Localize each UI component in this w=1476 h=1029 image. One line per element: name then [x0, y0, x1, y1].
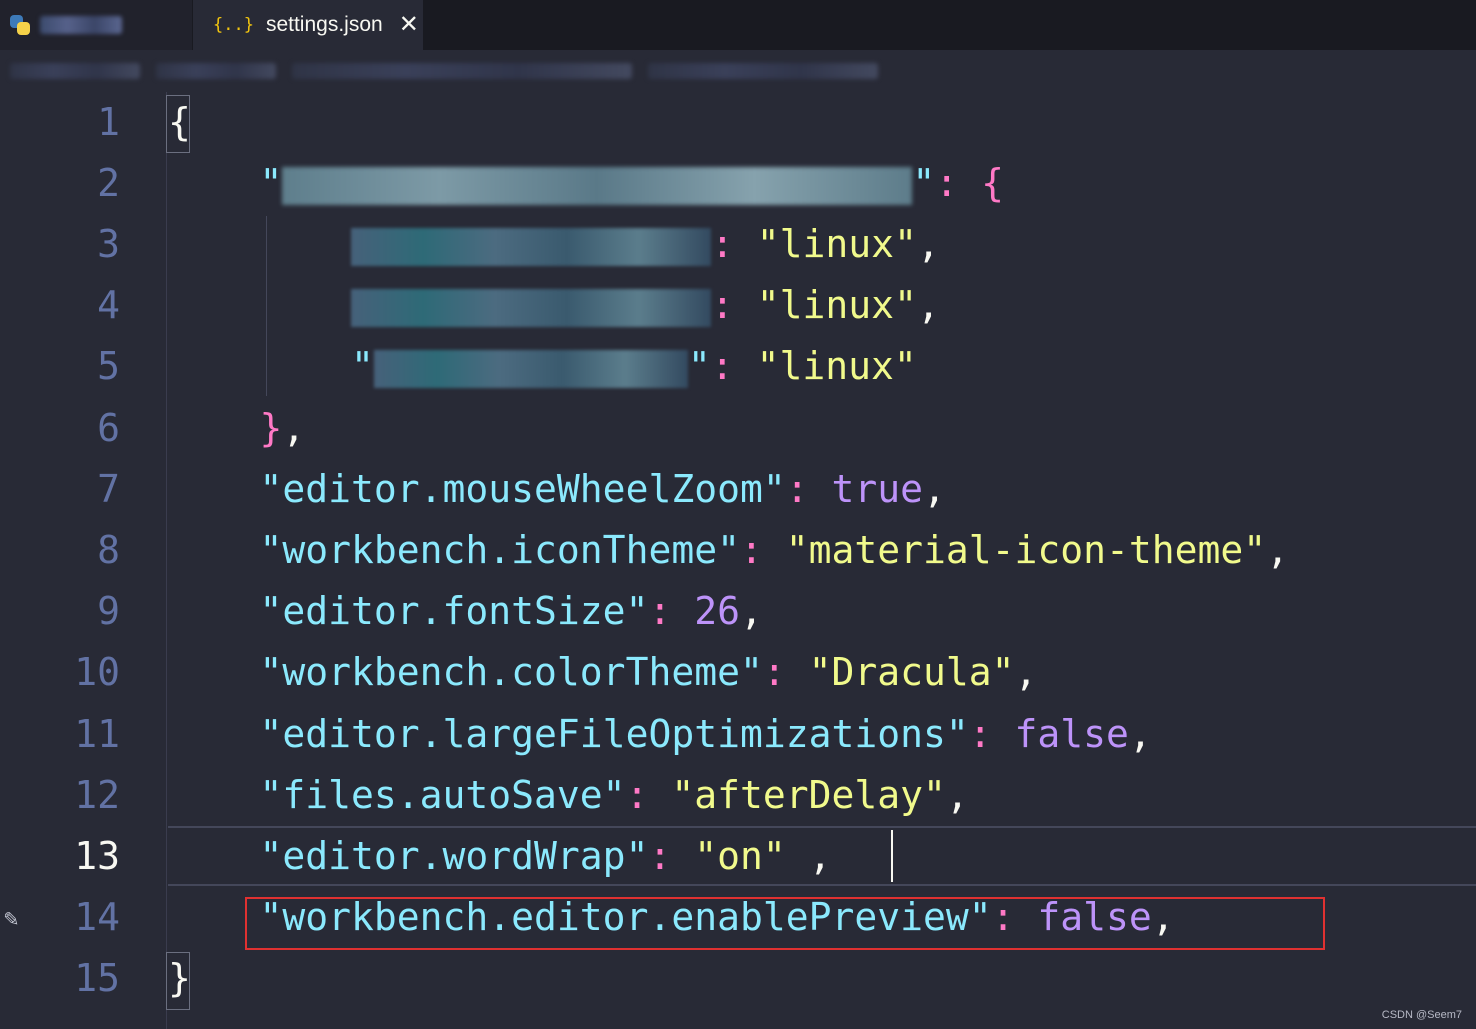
setting-key: "editor.mouseWheelZoom": [259, 467, 786, 511]
code-line-13[interactable]: "editor.wordWrap": "on" ,: [168, 826, 832, 887]
quote: ": [351, 344, 374, 388]
string-value: "linux": [756, 283, 917, 327]
line-number: 3: [97, 222, 120, 266]
boolean-value: true: [831, 467, 923, 511]
code-line-15[interactable]: }: [168, 948, 191, 1009]
code-line-10[interactable]: "workbench.colorTheme": "Dracula",: [168, 642, 1038, 703]
line-number: 8: [97, 528, 120, 572]
code-line-4[interactable]: : "linux",: [168, 275, 940, 336]
object-brace: {: [981, 161, 1004, 205]
boolean-value: false: [1014, 712, 1129, 756]
comma: ,: [1266, 528, 1290, 572]
colon: :: [711, 222, 757, 266]
quote: ": [259, 161, 283, 205]
code-line-3[interactable]: : "linux",: [168, 214, 940, 275]
code-line-12[interactable]: "files.autoSave": "afterDelay",: [168, 765, 969, 826]
string-value: "linux": [756, 344, 917, 388]
colon: :: [625, 773, 672, 817]
number-value: 26: [694, 589, 740, 633]
tab-label: settings.json: [265, 13, 383, 36]
json-file-icon: {..}: [213, 15, 254, 35]
code-line-5[interactable]: " ": "linux": [168, 336, 917, 397]
colon: :: [648, 834, 695, 878]
setting-key: "editor.wordWrap": [259, 834, 649, 878]
comma: ,: [282, 406, 306, 450]
code-line-9[interactable]: "editor.fontSize": 26,: [168, 581, 763, 642]
line-number: 15: [74, 956, 120, 1000]
close-object-brace: }: [259, 406, 283, 450]
line-number-active: 13: [74, 834, 120, 878]
code-line-11[interactable]: "editor.largeFileOptimizations": false,: [168, 704, 1152, 765]
string-value: "linux": [756, 222, 917, 266]
redacted-key: [282, 166, 913, 205]
line-number: 11: [74, 712, 120, 756]
string-value: "material-icon-theme": [785, 528, 1267, 572]
breadcrumb[interactable]: [0, 50, 1476, 92]
code-line-7[interactable]: "editor.mouseWheelZoom": true,: [168, 459, 946, 520]
comma: ,: [1128, 712, 1152, 756]
tab-label-redacted: [40, 16, 122, 34]
redacted-key: [373, 349, 688, 388]
tab-bar: {..} settings.json ✕: [0, 0, 1476, 50]
line-number: 9: [97, 589, 120, 633]
comma: ,: [1014, 650, 1038, 694]
gutter-divider: [166, 92, 167, 1029]
comma: ,: [785, 834, 832, 878]
close-icon[interactable]: ✕: [399, 13, 419, 37]
redacted-key: [351, 227, 712, 266]
comma: ,: [916, 222, 940, 266]
code-editor[interactable]: 1 2 3 4 5 6 7 8 9 10 11 12 13 14 15 ✎ { …: [0, 92, 1476, 1029]
line-number: 7: [97, 467, 120, 511]
code-line-2[interactable]: " ": {: [168, 153, 1004, 214]
comma: ,: [739, 589, 763, 633]
open-brace: {: [168, 100, 191, 144]
line-number: 6: [97, 406, 120, 450]
tab-python-file[interactable]: [0, 0, 193, 50]
breadcrumb-segment[interactable]: [648, 63, 878, 79]
close-brace: }: [168, 956, 191, 1000]
line-number: 5: [97, 344, 120, 388]
colon: :: [711, 283, 757, 327]
string-value: "afterDelay": [671, 773, 946, 817]
annotation-highlight-box: [245, 897, 1325, 950]
colon: :: [935, 161, 982, 205]
string-value: "Dracula": [808, 650, 1015, 694]
text-cursor: [891, 830, 893, 882]
tab-settings-json[interactable]: {..} settings.json ✕: [193, 0, 423, 50]
colon: :: [710, 344, 757, 388]
code-line-8[interactable]: "workbench.iconTheme": "material-icon-th…: [168, 520, 1290, 581]
pencil-icon[interactable]: ✎: [4, 904, 18, 932]
breadcrumb-segment[interactable]: [10, 63, 140, 79]
colon: :: [785, 467, 832, 511]
setting-key: "workbench.colorTheme": [259, 650, 763, 694]
code-line-1[interactable]: {: [168, 92, 191, 153]
line-number: 2: [97, 161, 120, 205]
line-number: 4: [97, 283, 120, 327]
comma: ,: [923, 467, 946, 511]
setting-key: "files.autoSave": [259, 773, 626, 817]
line-number: 1: [97, 100, 120, 144]
colon: :: [648, 589, 695, 633]
setting-key: "workbench.iconTheme": [259, 528, 740, 572]
colon: :: [762, 650, 809, 694]
setting-key: "editor.largeFileOptimizations": [259, 712, 969, 756]
breadcrumb-segment[interactable]: [156, 63, 276, 79]
comma: ,: [916, 283, 940, 327]
line-number: 10: [74, 650, 120, 694]
code-line-6[interactable]: },: [168, 398, 306, 459]
setting-key: "editor.fontSize": [259, 589, 649, 633]
python-icon: [8, 13, 32, 37]
watermark: CSDN @Seem7: [1381, 1009, 1462, 1021]
quote: ": [687, 344, 711, 388]
comma: ,: [945, 773, 969, 817]
colon: :: [739, 528, 786, 572]
line-number: 12: [74, 773, 120, 817]
string-value: "on": [694, 834, 786, 878]
redacted-key: [351, 288, 712, 327]
quote: ": [912, 161, 936, 205]
breadcrumb-segment[interactable]: [292, 63, 632, 79]
colon: :: [968, 712, 1015, 756]
